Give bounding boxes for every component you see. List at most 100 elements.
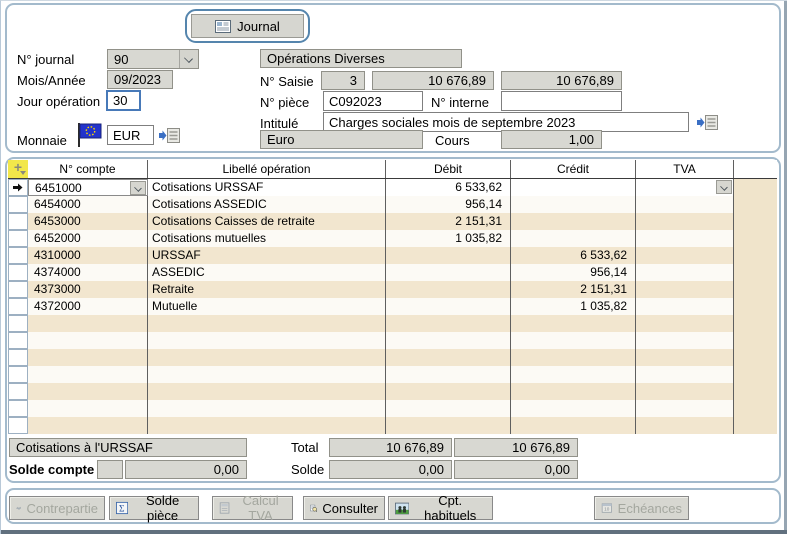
table-row[interactable]: 4310000URSSAF 6 533,62 [8, 247, 777, 264]
row-selector-cell[interactable] [8, 332, 28, 349]
chevron-down-icon[interactable] [716, 180, 732, 194]
row-selector-cell[interactable] [8, 400, 28, 417]
cell-tva[interactable] [636, 264, 734, 281]
cell-tva[interactable] [636, 247, 734, 264]
cell-libelle[interactable] [148, 332, 386, 349]
cell-libelle[interactable]: URSSAF [148, 247, 386, 264]
cell-tva[interactable] [636, 400, 734, 417]
cell-credit[interactable]: 956,14 [511, 264, 636, 281]
cell-compte[interactable]: 6451000 [28, 179, 148, 196]
cell-compte[interactable] [28, 332, 148, 349]
cell-compte[interactable] [28, 349, 148, 366]
cell-credit[interactable] [511, 417, 636, 434]
cell-tva[interactable] [636, 196, 734, 213]
cell-libelle[interactable]: Cotisations URSSAF [148, 179, 386, 196]
column-header-credit[interactable]: Crédit [511, 160, 636, 178]
row-selector-cell[interactable] [8, 179, 28, 196]
table-row[interactable]: 4373000Retraite2 151,31 [8, 281, 777, 298]
cell-compte[interactable] [28, 400, 148, 417]
table-row[interactable]: 6454000Cotisations ASSEDIC956,14 [8, 196, 777, 213]
cell-tva[interactable] [636, 349, 734, 366]
column-header-compte[interactable]: N° compte [28, 160, 148, 178]
cell-compte[interactable] [28, 383, 148, 400]
internal-number-input[interactable] [501, 91, 622, 111]
add-row-button[interactable]: + [8, 160, 28, 178]
cell-debit[interactable]: 2 151,31 [386, 213, 511, 230]
day-input[interactable]: 30 [106, 90, 141, 111]
row-selector-cell[interactable] [8, 366, 28, 383]
column-header-libelle[interactable]: Libellé opération [148, 160, 386, 178]
cell-compte[interactable]: 4310000 [28, 247, 148, 264]
cell-compte[interactable]: 6453000 [28, 213, 148, 230]
cell-libelle[interactable]: Cotisations Caisses de retraite [148, 213, 386, 230]
table-row[interactable] [8, 315, 777, 332]
row-selector-cell[interactable] [8, 383, 28, 400]
row-selector-cell[interactable] [8, 298, 28, 315]
cell-credit[interactable]: 2 151,31 [511, 281, 636, 298]
cell-compte[interactable]: 6452000 [28, 230, 148, 247]
cell-tva[interactable] [636, 417, 734, 434]
cell-libelle[interactable] [148, 417, 386, 434]
cell-tva[interactable] [636, 281, 734, 298]
cell-libelle[interactable]: Cotisations ASSEDIC [148, 196, 386, 213]
cell-credit[interactable] [511, 366, 636, 383]
cell-debit[interactable]: 956,14 [386, 196, 511, 213]
cell-tva[interactable] [636, 230, 734, 247]
row-selector-cell[interactable] [8, 213, 28, 230]
intitule-list-picker-icon[interactable] [697, 114, 718, 131]
cell-debit[interactable] [386, 417, 511, 434]
column-header-debit[interactable]: Débit [386, 160, 511, 178]
cell-tva[interactable] [636, 332, 734, 349]
cell-libelle[interactable] [148, 400, 386, 417]
table-row[interactable]: 6452000Cotisations mutuelles1 035,82 [8, 230, 777, 247]
cell-debit[interactable] [386, 264, 511, 281]
cell-debit[interactable] [386, 281, 511, 298]
cell-credit[interactable] [511, 179, 636, 196]
cell-libelle[interactable] [148, 366, 386, 383]
cell-credit[interactable] [511, 400, 636, 417]
cell-libelle[interactable] [148, 315, 386, 332]
cell-tva[interactable] [636, 366, 734, 383]
table-row[interactable]: 6451000Cotisations URSSAF6 533,62 [8, 179, 777, 196]
row-selector-cell[interactable] [8, 417, 28, 434]
consulter-button[interactable]: Consulter [303, 496, 385, 520]
cell-debit[interactable] [386, 332, 511, 349]
cell-credit[interactable] [511, 332, 636, 349]
piece-number-input[interactable]: C092023 [323, 91, 423, 111]
cell-debit[interactable] [386, 366, 511, 383]
row-selector-cell[interactable] [8, 315, 28, 332]
chevron-down-icon[interactable] [130, 181, 146, 195]
column-header-tva[interactable]: TVA [636, 160, 734, 178]
cell-debit[interactable]: 1 035,82 [386, 230, 511, 247]
row-selector-cell[interactable] [8, 281, 28, 298]
journal-number-select[interactable]: 90 [107, 49, 199, 69]
cell-libelle[interactable] [148, 383, 386, 400]
cell-credit[interactable]: 6 533,62 [511, 247, 636, 264]
cell-compte[interactable] [28, 366, 148, 383]
currency-list-picker-icon[interactable] [159, 127, 180, 144]
table-row[interactable] [8, 349, 777, 366]
cell-compte[interactable]: 4372000 [28, 298, 148, 315]
table-row[interactable] [8, 332, 777, 349]
table-row[interactable]: 4372000Mutuelle1 035,82 [8, 298, 777, 315]
cell-debit[interactable] [386, 298, 511, 315]
cell-debit[interactable] [386, 400, 511, 417]
cell-libelle[interactable]: Cotisations mutuelles [148, 230, 386, 247]
cell-credit[interactable] [511, 349, 636, 366]
journal-button[interactable]: Journal [191, 14, 304, 38]
table-row[interactable] [8, 400, 777, 417]
cell-libelle[interactable]: ASSEDIC [148, 264, 386, 281]
cell-compte[interactable] [28, 315, 148, 332]
table-row[interactable] [8, 383, 777, 400]
cell-debit[interactable] [386, 349, 511, 366]
cell-debit[interactable] [386, 383, 511, 400]
table-row[interactable] [8, 417, 777, 434]
table-row[interactable]: 4374000ASSEDIC956,14 [8, 264, 777, 281]
row-selector-cell[interactable] [8, 349, 28, 366]
cell-credit[interactable] [511, 315, 636, 332]
table-row[interactable]: 6453000Cotisations Caisses de retraite2 … [8, 213, 777, 230]
row-selector-cell[interactable] [8, 264, 28, 281]
row-selector-cell[interactable] [8, 196, 28, 213]
cell-libelle[interactable] [148, 349, 386, 366]
cell-debit[interactable] [386, 315, 511, 332]
